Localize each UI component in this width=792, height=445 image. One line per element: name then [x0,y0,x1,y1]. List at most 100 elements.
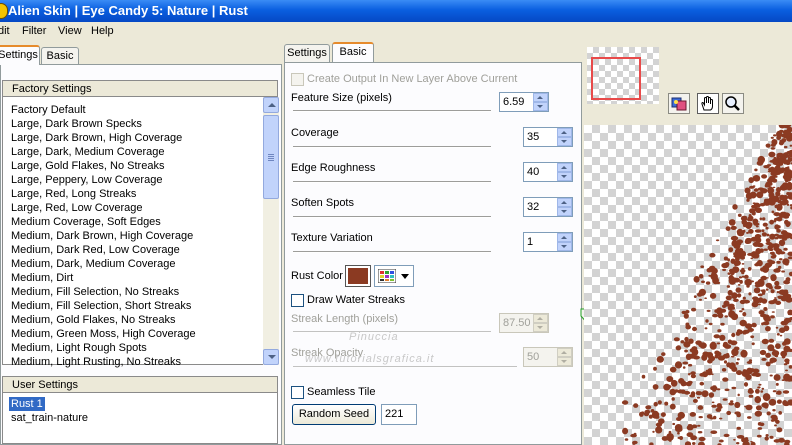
tab-basic-left[interactable]: Basic [41,47,79,65]
create-output-checkbox[interactable] [291,73,304,86]
user-settings-header: User Settings [3,377,277,393]
coverage-value[interactable]: 35 [527,131,539,143]
preview-canvas[interactable] [584,117,792,445]
tab-basic-mid[interactable]: Basic [332,42,374,62]
factory-setting-item[interactable]: Medium, Light Rough Spots [9,341,149,355]
alien-skin-icon[interactable] [0,3,8,19]
factory-setting-item[interactable]: Medium, Green Moss, High Coverage [9,327,198,341]
texture-variation-spinner[interactable]: 1 [523,232,573,252]
scroll-down-button[interactable] [263,349,279,365]
streak-length-spinner[interactable]: 87.50 [499,313,549,333]
arrow-up-icon [561,131,567,134]
arrow-up-icon [561,351,567,354]
feature-size-track[interactable] [293,110,491,112]
soften-spots-track[interactable] [293,216,491,218]
rust-speck [746,361,753,364]
edge-roughness-value[interactable]: 40 [527,166,539,178]
spin-up-button[interactable] [557,198,572,207]
factory-setting-item[interactable]: Medium, Fill Selection, Short Streaks [9,299,193,313]
edge-roughness-spinner[interactable]: 40 [523,162,573,182]
texture-variation-track[interactable] [293,251,491,253]
spin-down-button[interactable] [533,323,548,332]
random-seed-input[interactable]: 221 [381,404,417,425]
user-setting-rust-1[interactable]: Rust 1 [9,397,45,411]
factory-setting-item[interactable]: Medium, Dark Brown, High Coverage [9,229,195,243]
rust-speck [693,276,700,283]
factory-setting-item[interactable]: Large, Dark Brown Specks [9,117,144,131]
spin-down-button[interactable] [557,137,572,146]
streak-opacity-spinner[interactable]: 50 [523,347,573,367]
streak-opacity-value[interactable]: 50 [527,351,539,363]
spin-down-button[interactable] [557,357,572,366]
spin-up-button[interactable] [557,128,572,137]
soften-spots-value[interactable]: 32 [527,201,539,213]
rust-speck [730,235,739,241]
factory-setting-item[interactable]: Large, Red, Long Streaks [9,187,138,201]
draw-water-streaks-checkbox[interactable] [291,294,304,307]
spin-down-button[interactable] [557,242,572,251]
factory-setting-item[interactable]: Medium, Light Rusting, No Streaks [9,355,183,369]
factory-setting-item[interactable]: Medium, Dirt [9,271,75,285]
rust-speck [765,434,769,437]
menu-bar: dit Filter View Help [0,22,792,41]
user-setting-sat-train-nature[interactable]: sat_train-nature [9,411,90,425]
coverage-track[interactable] [293,146,491,148]
scroll-up-button[interactable] [263,97,279,113]
rust-speck [757,155,765,164]
menu-view[interactable]: View [58,22,82,41]
edge-roughness-track[interactable] [293,181,491,183]
factory-setting-item[interactable]: Large, Dark Brown, High Coverage [9,131,184,145]
rust-speck [621,400,629,405]
factory-setting-item[interactable]: Medium, Dark, Medium Coverage [9,257,177,271]
spin-up-button[interactable] [533,314,548,323]
rust-speck [706,369,713,376]
menu-filter[interactable]: Filter [22,22,46,41]
factory-setting-item[interactable]: Large, Peppery, Low Coverage [9,173,164,187]
rust-speck [741,219,746,224]
soften-spots-spinner[interactable]: 32 [523,197,573,217]
texture-variation-value[interactable]: 1 [527,236,533,248]
color-palette-button[interactable] [374,265,414,287]
menu-edit[interactable]: dit [0,22,10,41]
spin-down-button[interactable] [557,207,572,216]
coverage-spinner[interactable]: 35 [523,127,573,147]
rust-speck [763,165,770,169]
spin-down-button[interactable] [533,102,548,111]
tab-settings-left[interactable]: Settings [0,45,40,65]
rust-speck [689,412,696,417]
factory-setting-item[interactable]: Large, Red, Low Coverage [9,201,144,215]
factory-setting-item[interactable]: Factory Default [9,103,88,117]
rust-speck [762,217,766,221]
navigator-view-rectangle[interactable] [591,57,641,100]
spin-up-button[interactable] [557,163,572,172]
spin-down-button[interactable] [557,172,572,181]
factory-setting-item[interactable]: Large, Dark, Medium Coverage [9,145,166,159]
streak-opacity-track[interactable] [293,366,517,368]
factory-setting-item[interactable]: Medium, Gold Flakes, No Streaks [9,313,177,327]
factory-setting-item[interactable]: Medium Coverage, Soft Edges [9,215,163,229]
factory-setting-item[interactable]: Large, Gold Flakes, No Streaks [9,159,166,173]
seamless-tile-checkbox[interactable] [291,386,304,399]
rust-speck [688,338,694,344]
rust-speck [787,126,792,129]
rust-speck [709,341,717,350]
spin-up-button[interactable] [533,93,548,102]
streak-length-value[interactable]: 87.50 [503,317,531,329]
rust-color-swatch[interactable] [345,265,371,287]
menu-help[interactable]: Help [91,22,114,41]
feature-size-spinner[interactable]: 6.59 [499,92,549,112]
scroll-thumb[interactable] [263,115,279,199]
tab-settings-mid[interactable]: Settings [284,44,330,62]
factory-setting-item[interactable]: Medium, Fill Selection, No Streaks [9,285,181,299]
rust-speck [671,367,676,372]
zoom-tool-button[interactable] [722,93,744,114]
spin-up-button[interactable] [557,233,572,242]
hand-tool-button[interactable] [697,93,719,114]
spin-up-button[interactable] [557,348,572,357]
compare-button[interactable] [668,93,690,114]
factory-list-scrollbar[interactable] [263,97,279,365]
rust-speck [787,251,792,256]
feature-size-value[interactable]: 6.59 [503,96,524,108]
random-seed-button[interactable]: Random Seed [292,404,376,425]
factory-setting-item[interactable]: Medium, Dark Red, Low Coverage [9,243,182,257]
